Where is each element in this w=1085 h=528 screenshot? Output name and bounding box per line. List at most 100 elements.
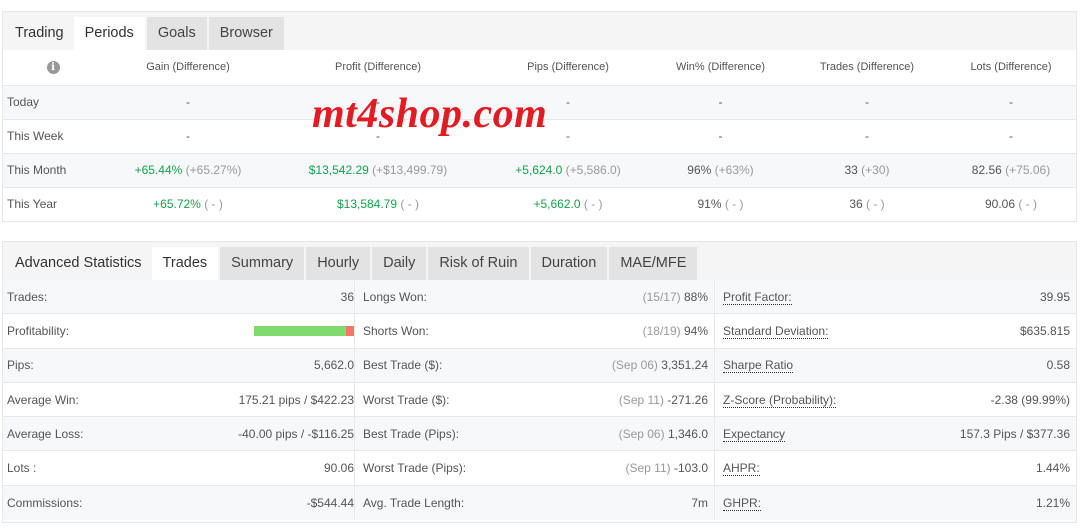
stat-label[interactable]: GHPR: <box>723 495 762 511</box>
stat-label[interactable]: Standard Deviation: <box>723 323 829 339</box>
stat-label[interactable]: Sharpe Ratio <box>723 358 794 374</box>
periods-table: i Gain (Difference) Profit (Difference) … <box>3 50 1076 221</box>
stat-value-text: 1,346.0 <box>667 426 708 441</box>
stat-label: Worst Trade ($): <box>363 393 449 407</box>
stat-row: Expectancy 157.3 Pips / $377.36 <box>715 417 1076 452</box>
info-icon[interactable]: i <box>46 60 60 74</box>
stat-row: Trades: 36 <box>3 280 354 315</box>
cell-value: - <box>718 95 723 109</box>
tab-daily[interactable]: Daily <box>372 247 427 280</box>
cell-difference: ( - ) <box>580 197 603 212</box>
stat-value: -$544.44 <box>307 496 354 510</box>
stat-value: 157.3 Pips / $377.36 <box>960 427 1070 441</box>
stat-label-text: Pips: <box>7 358 34 373</box>
period-cell: 82.56 (+75.06) <box>946 153 1076 188</box>
stat-value: 7m <box>691 496 708 510</box>
cell-value: - <box>566 95 570 109</box>
cell-value: - <box>865 129 869 143</box>
stat-value: (Sep 06) 3,351.24 <box>612 358 708 372</box>
stat-label-text: Lots : <box>7 461 37 476</box>
period-row: This Month +65.44% (+65.27%) $13,542.29 (+… <box>3 153 1076 188</box>
stat-label-text: Shorts Won: <box>363 323 429 338</box>
periods-tabbar: Trading Periods Goals Browser <box>3 12 1076 50</box>
tab-risk-of-ruin[interactable]: Risk of Ruin <box>428 247 529 280</box>
stat-label: Worst Trade (Pips): <box>363 461 466 475</box>
stat-label-text: Best Trade (Pips): <box>363 426 460 441</box>
stat-label-text[interactable]: Standard Deviation: <box>723 323 829 339</box>
periods-panel: Trading Periods Goals Browser i Gain (Di… <box>2 11 1077 222</box>
stat-label-text[interactable]: Z-Score (Probability): <box>723 392 837 408</box>
stat-value-text: 90.06 <box>323 461 354 476</box>
stat-label-text: Average Win: <box>7 392 79 407</box>
tab-goals[interactable]: Goals <box>146 17 207 50</box>
period-cell: +5,662.0 ( - ) <box>483 187 653 221</box>
stat-label-text: Average Loss: <box>7 426 84 441</box>
stat-label-text[interactable]: Expectancy <box>723 426 786 442</box>
cell-value: +65.44% <box>134 163 183 177</box>
header-lots: Lots (Difference) <box>946 50 1076 86</box>
stat-value: (Sep 11) -103.0 <box>625 461 708 475</box>
stat-value-text: -271.26 <box>667 392 708 407</box>
stat-value-text: 0.58 <box>1046 358 1070 373</box>
stat-value-text: 1.44% <box>1035 461 1070 476</box>
tab-trades[interactable]: Trades <box>151 247 219 280</box>
header-trades: Trades (Difference) <box>788 50 946 86</box>
period-cell: - <box>788 85 946 120</box>
cell-difference: ( - ) <box>1015 197 1038 212</box>
stat-label: Trades: <box>7 290 47 304</box>
stat-label-text[interactable]: Profit Factor: <box>723 289 792 305</box>
period-cell: $13,542.29 (+$13,499.79) <box>273 153 483 188</box>
tab-hourly[interactable]: Hourly <box>306 247 371 280</box>
stat-value-text: $635.815 <box>1019 323 1070 338</box>
stat-label[interactable]: Expectancy <box>723 426 786 442</box>
stat-sub-value: (Sep 11) <box>625 461 671 476</box>
period-cell: 36 ( - ) <box>788 187 946 221</box>
stat-row: Average Win: 175.21 pips / $422.23 <box>3 383 354 418</box>
stat-label-text: Worst Trade ($): <box>363 392 450 407</box>
stat-row: Best Trade (Pips): (Sep 06) 1,346.0 <box>355 417 714 452</box>
period-cell: 91% ( - ) <box>653 187 788 221</box>
stat-label[interactable]: Profit Factor: <box>723 289 792 305</box>
stat-label: Longs Won: <box>363 290 427 304</box>
stat-value: -40.00 pips / -$116.25 <box>238 427 354 441</box>
cell-value: - <box>865 95 869 109</box>
cell-value: - <box>186 129 190 143</box>
stat-row: Sharpe Ratio 0.58 <box>715 348 1076 383</box>
cell-value: 33 <box>844 163 858 177</box>
stat-value-text: 175.21 pips / $422.23 <box>238 392 354 407</box>
cell-value: 96% <box>687 163 712 177</box>
profitability-loss-segment <box>345 325 354 336</box>
stat-label: Best Trade (Pips): <box>363 427 459 441</box>
cell-value: - <box>566 129 570 143</box>
tab-trading[interactable]: Trading <box>3 17 74 50</box>
tab-duration[interactable]: Duration <box>530 247 608 280</box>
stat-sub-value: (15/17) <box>642 289 681 304</box>
tab-summary[interactable]: Summary <box>220 247 305 280</box>
stat-row: GHPR: 1.21% <box>715 485 1076 521</box>
cell-value: +65.72% <box>153 197 201 212</box>
stat-label-text[interactable]: Sharpe Ratio <box>723 358 794 374</box>
stat-label[interactable]: Z-Score (Probability): <box>723 392 837 408</box>
cell-difference: (+75.06) <box>1001 163 1051 177</box>
stat-label[interactable]: AHPR: <box>723 461 760 477</box>
stat-label-text[interactable]: GHPR: <box>723 495 762 511</box>
stat-row: Standard Deviation: $635.815 <box>715 314 1076 349</box>
advanced-tabbar: Advanced Statistics Trades Summary Hourl… <box>3 242 1076 280</box>
period-cell: - <box>103 119 273 154</box>
period-label: Today <box>3 85 103 120</box>
cell-value: +5,662.0 <box>533 197 581 212</box>
tab-periods[interactable]: Periods <box>73 17 145 50</box>
stat-row: Lots : 90.06 <box>3 451 354 486</box>
period-row: This Year +65.72% ( - ) $13,584.79 ( - ) +5… <box>3 187 1076 221</box>
period-cell: - <box>483 85 653 120</box>
period-row: Today - - - - - - <box>3 85 1076 120</box>
tab-browser[interactable]: Browser <box>208 17 284 50</box>
header-profit: Profit (Difference) <box>273 50 483 86</box>
cell-value: 36 <box>849 197 863 212</box>
stat-value: 1.44% <box>1036 461 1070 475</box>
stat-label-text[interactable]: AHPR: <box>723 461 760 477</box>
tab-mae-mfe[interactable]: MAE/MFE <box>609 247 698 280</box>
cell-value: - <box>718 129 723 143</box>
stat-value: (Sep 06) 1,346.0 <box>619 427 708 441</box>
stat-value: 175.21 pips / $422.23 <box>239 393 354 407</box>
